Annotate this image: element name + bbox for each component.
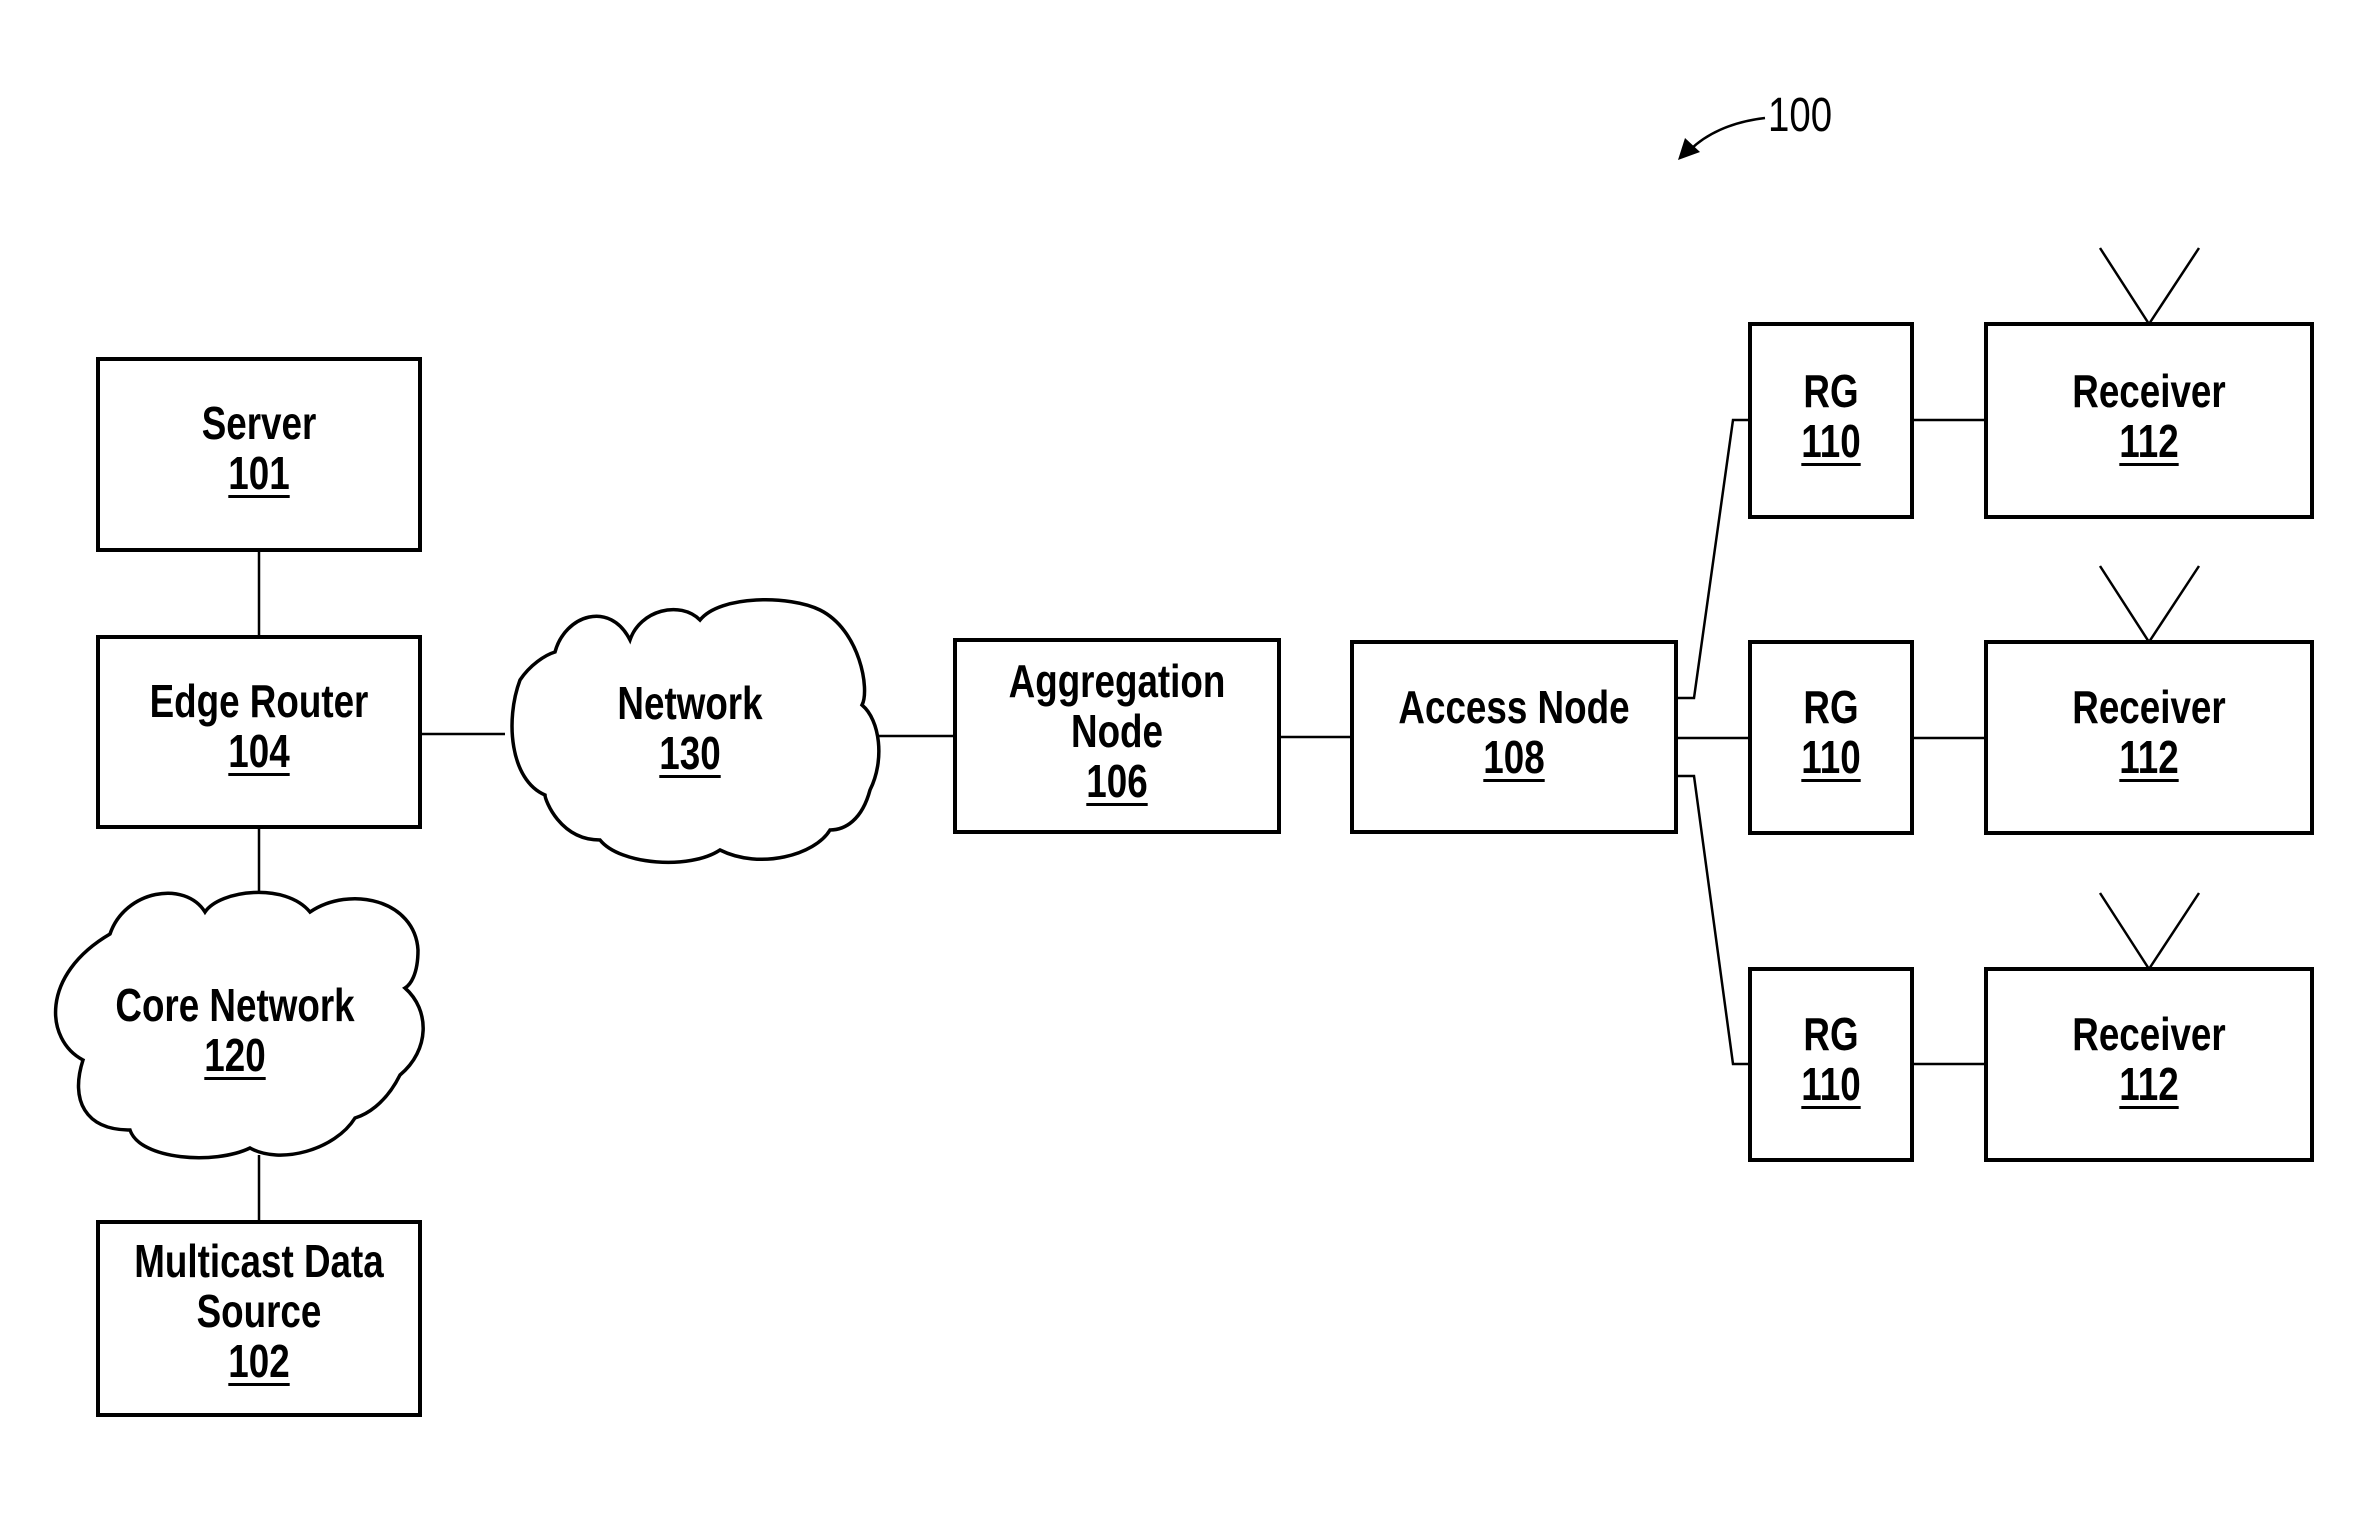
link-access-rg1 [1676, 418, 1750, 700]
receiver-name: Receiver [2072, 1008, 2226, 1060]
rg-number: 110 [1801, 731, 1861, 783]
figure-ref-arrow [1689, 116, 1766, 151]
receiver-label-2: Receiver 112 [2019, 682, 2280, 782]
access-node-label: Access Node 108 [1384, 682, 1643, 782]
multicast-number: 102 [228, 1335, 290, 1387]
receiver-number: 112 [2119, 1058, 2179, 1110]
core-network-label: Core Network 120 [95, 980, 375, 1080]
antenna-icon [2098, 565, 2201, 645]
multicast-name-line2: Source [196, 1285, 322, 1337]
rg-name: RG [1803, 365, 1859, 417]
server-label: Server 101 [130, 398, 388, 498]
edge-router-name: Edge Router [149, 675, 369, 727]
aggregation-node-label: Aggregation Node 106 [987, 656, 1246, 806]
network-number: 130 [659, 727, 721, 779]
network-label: Network 130 [570, 678, 810, 778]
receiver-number: 112 [2119, 731, 2179, 783]
receiver-name: Receiver [2072, 365, 2226, 417]
multicast-source-label: Multicast Data Source 102 [130, 1236, 388, 1386]
access-node-number: 108 [1483, 731, 1545, 783]
receiver-label-3: Receiver 112 [2019, 1009, 2280, 1109]
network-name: Network [617, 677, 763, 729]
figure-ref-arrowhead [1678, 138, 1700, 160]
receiver-label-1: Receiver 112 [2019, 366, 2280, 466]
core-network-number: 120 [204, 1029, 266, 1081]
antenna-icon [2098, 892, 2201, 972]
rg-label-2: RG 110 [1766, 682, 1896, 782]
antenna-icon [2098, 247, 2201, 327]
link-access-rg3 [1676, 774, 1750, 1066]
figure-ref-label: 100 [1768, 89, 1833, 142]
aggregation-name-line2: Node [1071, 705, 1163, 757]
aggregation-number: 106 [1086, 755, 1148, 807]
edge-router-number: 104 [228, 725, 290, 777]
rg-name: RG [1803, 1008, 1859, 1060]
rg-label-1: RG 110 [1766, 366, 1896, 466]
receiver-number: 112 [2119, 415, 2179, 467]
aggregation-name-line1: Aggregation [1008, 655, 1226, 707]
server-number: 101 [228, 447, 290, 499]
server-name: Server [201, 397, 317, 449]
rg-number: 110 [1801, 1058, 1861, 1110]
core-network-name: Core Network [115, 979, 355, 1031]
receiver-name: Receiver [2072, 681, 2226, 733]
rg-name: RG [1803, 681, 1859, 733]
multicast-name-line1: Multicast Data [134, 1235, 384, 1287]
edge-router-label: Edge Router 104 [130, 676, 388, 776]
rg-label-3: RG 110 [1766, 1009, 1896, 1109]
rg-number: 110 [1801, 415, 1861, 467]
access-node-name: Access Node [1398, 681, 1630, 733]
